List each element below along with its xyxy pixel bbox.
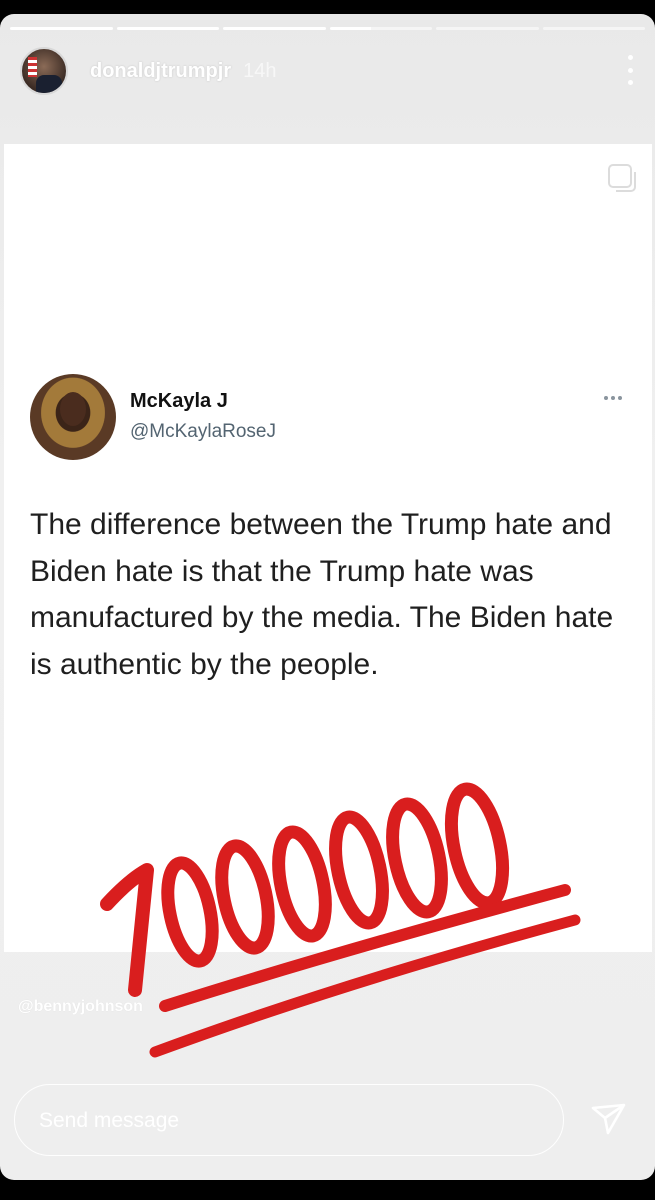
send-icon[interactable] [590, 1100, 628, 1138]
send-message-input[interactable]: Send message [14, 1084, 564, 1156]
progress-segment [436, 27, 539, 30]
progress-segment [116, 27, 219, 30]
story-progress [10, 27, 645, 30]
username[interactable]: donaldjtrumpjr [90, 60, 231, 83]
avatar-figure [36, 75, 62, 93]
story-header: donaldjtrumpjr 14h [20, 47, 635, 95]
tweet-avatar [30, 374, 116, 460]
copy-square-icon [608, 164, 636, 192]
progress-segment [329, 27, 432, 30]
avatar[interactable] [20, 47, 68, 95]
story-frame: donaldjtrumpjr 14h McKayla J @McKaylaRos… [0, 14, 655, 1180]
more-horizontal-icon [604, 396, 622, 400]
hundred-points-sticker[interactable] [95, 762, 595, 1072]
tweet-author-handle: @McKaylaRoseJ [130, 421, 276, 442]
progress-segment [223, 27, 326, 30]
post-time: 14h [243, 59, 277, 82]
send-message-placeholder: Send message [39, 1109, 180, 1132]
progress-segment [10, 27, 113, 30]
progress-segment [542, 27, 645, 30]
flag-icon [28, 57, 37, 77]
tweet-text: The difference between the Trump hate an… [30, 508, 614, 681]
more-vertical-icon[interactable] [625, 55, 635, 85]
tweet-author-name: McKayla J [130, 390, 228, 412]
